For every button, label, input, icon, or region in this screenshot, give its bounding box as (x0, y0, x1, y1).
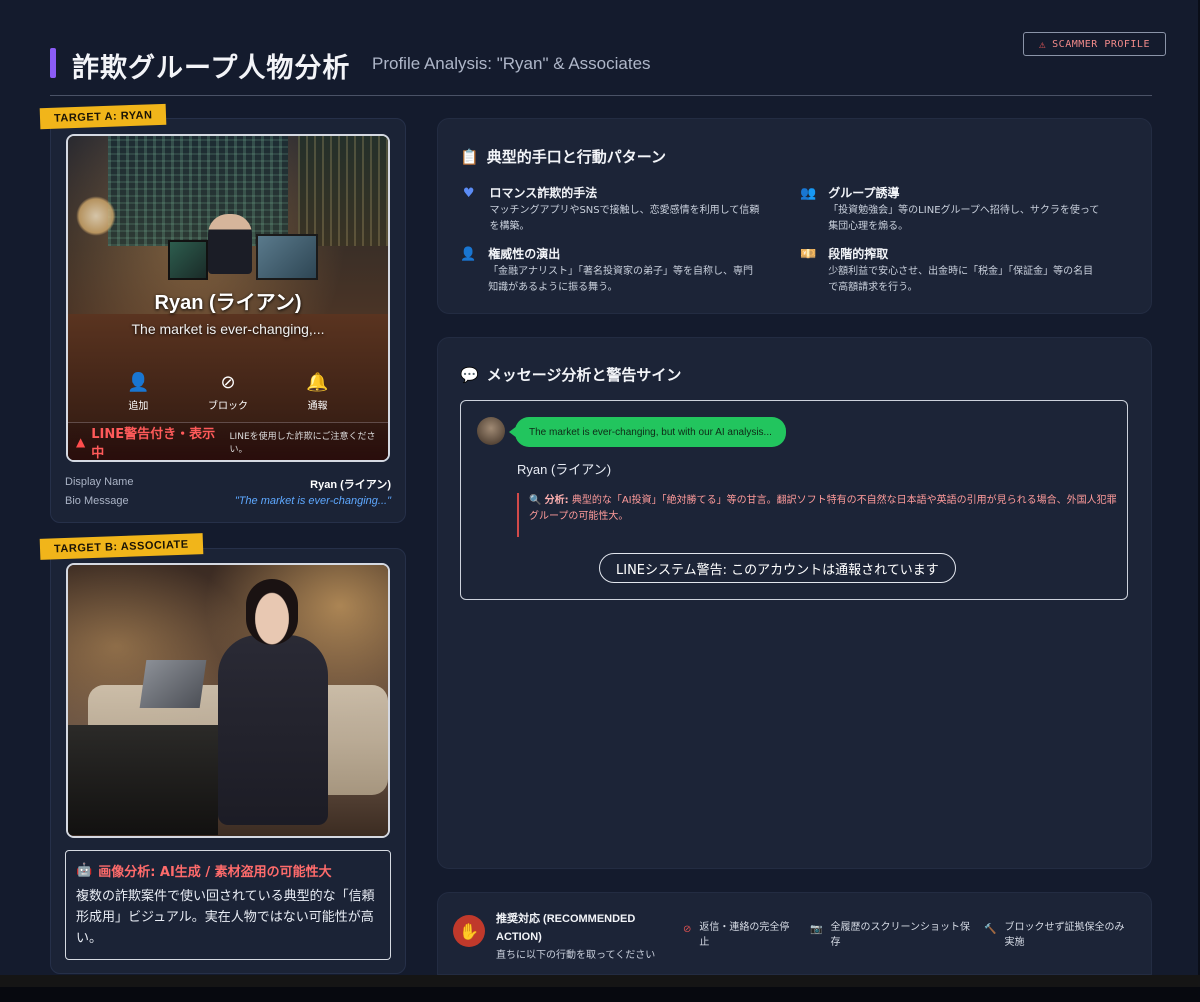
heart-icon: ♥ (462, 186, 475, 201)
group-icon: 👥 (800, 186, 817, 201)
chat-preview: The market is ever-changing, but with ou… (460, 400, 1128, 600)
system-warning-pill: LINEシステム警告: このアカウントは通報されています (599, 553, 956, 583)
gavel-icon: 🔨 (984, 924, 997, 935)
title-accent-bar (50, 48, 56, 78)
search-icon: 🔍 (529, 495, 542, 506)
line-warning-text: LINE警告付き・表示中 (91, 426, 216, 461)
scammer-badge-label: SCAMMER PROFILE (1052, 38, 1150, 50)
action-title: 推奨対応 (RECOMMENDED ACTION) (496, 913, 636, 943)
money-icon: 💴 (800, 247, 817, 262)
ban-icon: ⊘ (683, 924, 692, 935)
report-button[interactable]: 🔔 通報 (306, 372, 329, 413)
chat-bubbles-icon: 💬 (460, 365, 479, 384)
stop-hand-icon: ✋ (453, 915, 485, 947)
page-title: 詐欺グループ人物分析 (72, 53, 351, 84)
line-warning-strip: ▲ LINE警告付き・表示中 LINEを使用した詐欺にご注意ください。 (68, 422, 388, 460)
alert-bell-icon: 🔔 (306, 372, 329, 393)
action-item: 🔨 ブロックせず証拠保全のみ実施 (984, 922, 1125, 948)
avatar (477, 417, 505, 445)
action-subtitle: 直ちに以下の行動を取ってください (496, 950, 656, 961)
header-divider (50, 95, 1152, 96)
analysis-note: 🔍 分析: 典型的な「AI投資」「絶対勝てる」等の甘言。翻訳ソフト特有の不自然な… (517, 493, 1117, 537)
tactic-item: ♥ ロマンス詐欺的手法 マッチングアプリやSNSで接触し、恋愛感情を利用して信頼… (460, 184, 760, 235)
camera-icon: 📷 (810, 924, 823, 935)
tactics-title: 典型的手口と行動パターン (486, 148, 666, 166)
person-tie-icon: 👤 (460, 247, 477, 262)
image-analysis-title: 画像分析: AI生成 / 素材盗用の可能性大 (98, 865, 332, 880)
block-button[interactable]: ⊘ ブロック (208, 372, 248, 413)
chat-sender-name: Ryan (ライアン) (517, 462, 612, 477)
chat-bubble: The market is ever-changing, but with ou… (509, 417, 786, 447)
action-item: 📷 全履歴のスクリーンショット保存 (810, 922, 970, 948)
page-subtitle: Profile Analysis: "Ryan" & Associates (372, 54, 651, 73)
scammer-profile-badge: ⚠ SCAMMER PROFILE (1023, 32, 1166, 56)
man-figure (208, 214, 252, 274)
add-friend-button[interactable]: 👤 追加 (127, 372, 150, 413)
profile-bio: The market is ever-changing,... (131, 321, 325, 337)
ryan-profile-screenshot: Ryan (ライアン) The market is ever-changing,… (66, 134, 390, 462)
tactic-item: 💴 段階的搾取 少額利益で安心させ、出金時に「税金」「保証金」等の名目で高額請求… (800, 245, 1100, 296)
line-warning-subtext: LINEを使用した詐欺にご注意ください。 (229, 431, 376, 455)
profile-name: Ryan (ライアン) (154, 292, 302, 314)
associate-photo (66, 563, 390, 838)
robot-icon: 🤖 (76, 863, 93, 878)
tactic-item: 👤 権威性の演出 「金融アナリスト」「著名投資家の弟子」等を自称し、専門知識があ… (460, 245, 760, 296)
action-item: ⊘ 返信・連絡の完全停止 (683, 922, 790, 948)
bio-message-row: Bio Message "The market is ever-changing… (65, 495, 391, 507)
image-analysis-text: 複数の詐欺案件で使い回されている典型的な「信頼形成用」ビジュアル。実在人物ではな… (76, 889, 375, 946)
message-panel-title: メッセージ分析と警告サイン (486, 366, 682, 384)
tactic-item: 👥 グループ誘導 「投資勉強会」等のLINEグループへ招待し、サクラを使って集団… (800, 184, 1100, 235)
add-user-icon: 👤 (127, 372, 150, 393)
block-icon: ⊘ (220, 372, 236, 393)
image-analysis-box: 🤖 画像分析: AI生成 / 素材盗用の可能性大 複数の詐欺案件で使い回されてい… (65, 850, 391, 960)
slide: 詐欺グループ人物分析 Profile Analysis: "Ryan" & As… (0, 0, 1200, 975)
bottom-strip (0, 975, 1200, 1002)
target-a-tag: TARGET A: RYAN (39, 103, 167, 130)
warning-icon: ▲ (76, 434, 86, 449)
display-name-row: Display Name Ryan (ライアン) (65, 476, 391, 491)
woman-figure (218, 635, 328, 825)
clipboard-icon: 📋 (460, 147, 479, 166)
profile-action-row: 👤 追加 ⊘ ブロック 🔔 通報 (68, 372, 388, 413)
alarm-icon: ⚠ (1039, 37, 1047, 51)
